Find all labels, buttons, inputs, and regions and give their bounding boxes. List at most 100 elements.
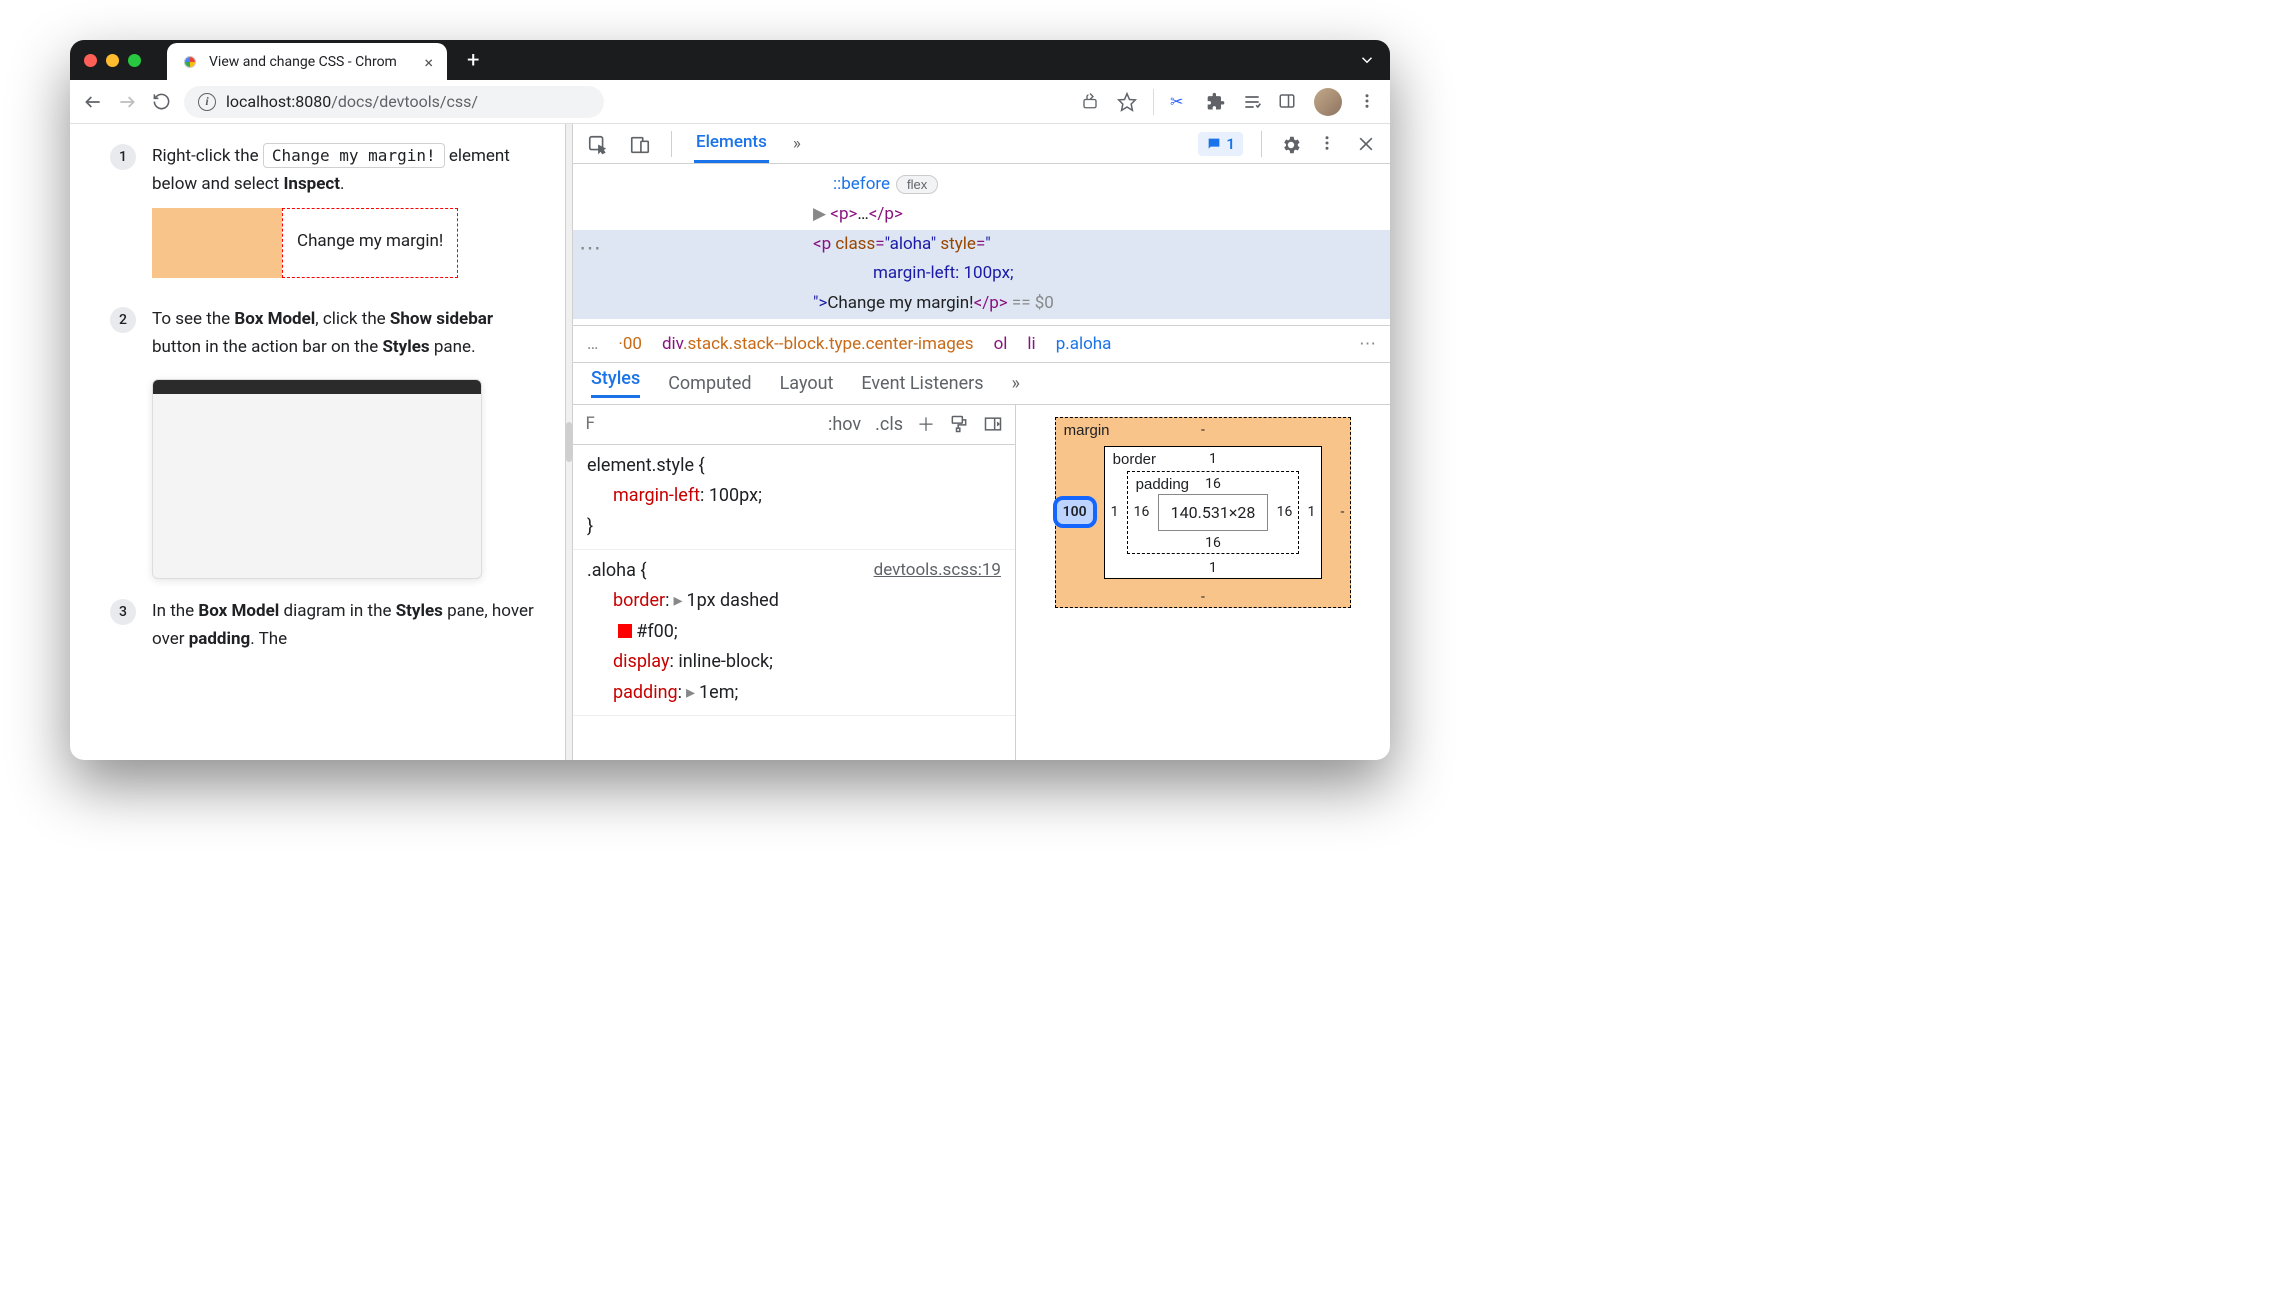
t: Box Model: [198, 601, 279, 621]
val[interactable]: 1em: [699, 682, 734, 703]
hov-toggle[interactable]: :hov: [828, 414, 861, 435]
margin-highlight: [152, 208, 282, 278]
t: Box Model: [234, 309, 315, 329]
address-bar[interactable]: i localhost:8080/docs/devtools/css/: [184, 86, 604, 118]
bc-item-div[interactable]: div.stack.stack--block.type.center-image…: [662, 334, 974, 354]
dom-selected-node[interactable]: ⋯ <p class="aloha" style=" margin-left: …: [573, 230, 1390, 319]
issues-count: 1: [1226, 135, 1235, 153]
devtools-menu-icon[interactable]: [1318, 134, 1338, 154]
maximize-window-icon[interactable]: [128, 54, 141, 67]
prop[interactable]: padding: [587, 682, 678, 703]
inspect-element-icon[interactable]: [587, 134, 607, 154]
rule-aloha[interactable]: devtools.scss:19 .aloha { border:▸1px da…: [573, 550, 1015, 716]
close-tab-icon[interactable]: ×: [424, 53, 433, 72]
padding-right-val[interactable]: 16: [1277, 504, 1293, 520]
tab-overflow-icon[interactable]: [1358, 51, 1376, 69]
styles-tabs-overflow-icon[interactable]: »: [1012, 373, 1020, 394]
val[interactable]: inline-block: [678, 651, 769, 672]
bc-item-selected[interactable]: p.aloha: [1056, 334, 1112, 354]
val[interactable]: 100px: [709, 485, 758, 506]
cls-toggle[interactable]: .cls: [875, 414, 903, 435]
dom-expand-dots[interactable]: ⋯: [579, 230, 603, 269]
scissors-extension-icon[interactable]: ✂: [1170, 92, 1190, 112]
flex-badge[interactable]: flex: [896, 175, 938, 194]
doc-pane: 1 Right-click the Change my margin! elem…: [70, 124, 565, 760]
tab-computed[interactable]: Computed: [668, 373, 751, 394]
box-model-padding[interactable]: padding 16 16 16 16 140.531×28: [1127, 471, 1300, 554]
tab-event-listeners[interactable]: Event Listeners: [861, 373, 983, 394]
margin-left-val-highlighted[interactable]: 100: [1053, 496, 1097, 528]
val[interactable]: #f00: [636, 621, 674, 642]
t: padding: [189, 629, 251, 649]
prop[interactable]: margin-left: [587, 485, 700, 506]
bc-item-ol[interactable]: ol: [994, 334, 1008, 354]
pane-resize-handle[interactable]: [565, 124, 573, 760]
box-model-content-size[interactable]: 140.531×28: [1158, 494, 1269, 531]
margin-top-val[interactable]: -: [1201, 422, 1205, 438]
toolbar-divider: [1153, 89, 1154, 115]
browser-tab[interactable]: View and change CSS - Chrom ×: [167, 43, 447, 81]
tab-layout[interactable]: Layout: [780, 373, 834, 394]
t: <p: [813, 234, 835, 254]
share-icon[interactable]: [1081, 92, 1101, 112]
padding-top-val[interactable]: 16: [1205, 476, 1221, 492]
border-left-val[interactable]: 1: [1111, 504, 1119, 520]
settings-gear-icon[interactable]: [1280, 134, 1300, 154]
step1-inspect: Inspect: [283, 174, 340, 194]
paint-icon[interactable]: [949, 414, 969, 434]
bookmark-star-icon[interactable]: [1117, 92, 1137, 112]
rule-element-style[interactable]: element.style { margin-left: 100px; }: [573, 445, 1015, 550]
rule-close: }: [587, 512, 1001, 543]
t: . The: [250, 629, 287, 649]
rule-source-link[interactable]: devtools.scss:19: [874, 556, 1001, 585]
forward-button[interactable]: [116, 91, 138, 113]
side-panel-icon[interactable]: [1278, 92, 1298, 112]
change-my-margin-element[interactable]: Change my margin!: [282, 208, 458, 278]
bc-item-li[interactable]: li: [1027, 334, 1035, 354]
minimize-window-icon[interactable]: [106, 54, 119, 67]
bc-ell[interactable]: …: [587, 334, 598, 354]
back-button[interactable]: [82, 91, 104, 113]
bc-overflow[interactable]: ⋯: [1359, 334, 1376, 354]
val[interactable]: 1px dashed: [687, 590, 779, 611]
step1-text-c: .: [340, 174, 344, 194]
new-rule-icon[interactable]: ＋: [917, 411, 935, 437]
close-devtools-icon[interactable]: [1356, 134, 1376, 154]
tab-styles[interactable]: Styles: [591, 368, 640, 398]
extensions-icon[interactable]: [1206, 92, 1226, 112]
border-right-val[interactable]: 1: [1307, 504, 1315, 520]
styles-filter-bar: :hov .cls ＋: [573, 405, 1015, 445]
dom-tree[interactable]: ::beforeflex ▶ <p>…</p> ⋯ <p class="aloh…: [573, 164, 1390, 325]
dom-before: ::before: [833, 174, 890, 194]
issues-badge[interactable]: 1: [1198, 132, 1243, 156]
chrome-menu-icon[interactable]: [1358, 92, 1378, 112]
padding-left-val[interactable]: 16: [1134, 504, 1150, 520]
tabs-overflow-icon[interactable]: »: [791, 126, 803, 162]
reload-button[interactable]: [150, 91, 172, 113]
new-tab-button[interactable]: +: [467, 48, 479, 73]
prop[interactable]: border: [587, 590, 665, 611]
padding-bottom-val[interactable]: 16: [1205, 535, 1221, 551]
box-model-border[interactable]: border 1 1 1 1 padding 16 16 16 16: [1104, 446, 1323, 579]
box-model-margin[interactable]: margin - - - 100 border 1 1 1 1 paddin: [1055, 417, 1352, 608]
border-bottom-val[interactable]: 1: [1209, 560, 1217, 576]
step-num: 2: [110, 307, 136, 333]
bm-label-border: border: [1113, 451, 1156, 468]
tab-elements[interactable]: Elements: [694, 124, 769, 163]
color-swatch-icon[interactable]: [618, 624, 632, 638]
profile-avatar[interactable]: [1314, 88, 1342, 116]
step-3: 3 In the Box Model diagram in the Styles…: [110, 597, 541, 653]
prop[interactable]: display: [587, 651, 669, 672]
show-sidebar-icon[interactable]: [983, 414, 1003, 434]
margin-bottom-val[interactable]: -: [1201, 589, 1205, 605]
t: margin-left: 100px;: [873, 263, 1014, 283]
close-window-icon[interactable]: [84, 54, 97, 67]
site-info-icon[interactable]: i: [198, 93, 216, 111]
styles-filter-input[interactable]: [585, 414, 635, 434]
border-top-val[interactable]: 1: [1209, 451, 1217, 467]
device-toolbar-icon[interactable]: [629, 134, 649, 154]
reading-list-icon[interactable]: [1242, 92, 1262, 112]
margin-right-val[interactable]: -: [1340, 504, 1344, 520]
box-model-pane: margin - - - 100 border 1 1 1 1 paddin: [1015, 405, 1390, 760]
dom-breadcrumb[interactable]: … ·00 div.stack.stack--block.type.center…: [573, 325, 1390, 363]
